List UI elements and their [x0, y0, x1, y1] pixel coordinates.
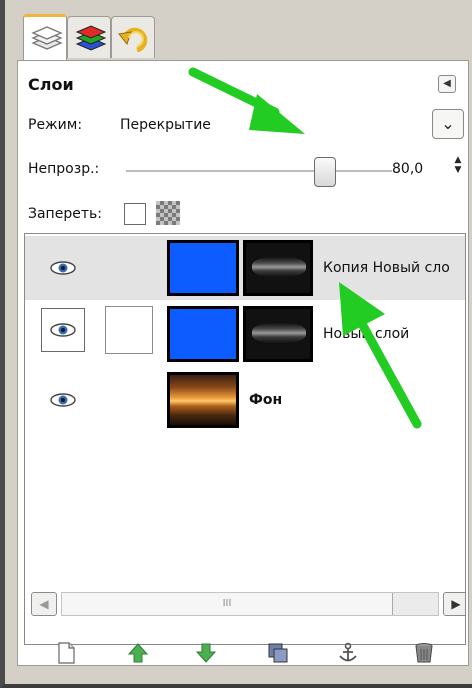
tab-undo-history[interactable]: [111, 16, 155, 58]
layer-thumbnail[interactable]: [167, 240, 239, 296]
annotation-arrow-icon: [188, 67, 305, 134]
mode-label: Режим:: [28, 117, 83, 133]
lock-pixels-checkbox[interactable]: [124, 203, 146, 225]
layer-thumbnail[interactable]: [167, 372, 239, 428]
scrollbar-track[interactable]: III: [61, 592, 439, 616]
opacity-slider-handle[interactable]: [314, 157, 336, 187]
scrollbar-thumb[interactable]: III: [62, 593, 393, 615]
layer-name[interactable]: Фон: [249, 392, 282, 408]
chevron-right-icon: ▶: [451, 597, 461, 611]
anchor-icon[interactable]: [336, 641, 360, 665]
tab-layers[interactable]: [23, 14, 67, 61]
mode-dropdown-button[interactable]: ⌄: [432, 109, 464, 139]
scroll-left-button[interactable]: ◀: [31, 592, 57, 616]
lock-alpha-checkbox[interactable]: [156, 201, 180, 225]
duplicate-layer-icon[interactable]: [266, 641, 290, 665]
opacity-label: Непрозр.:: [28, 161, 100, 177]
spin-down-icon: ▼: [454, 165, 462, 175]
visibility-toggle[interactable]: [41, 308, 85, 352]
eye-icon: [50, 323, 76, 337]
new-layer-icon[interactable]: [54, 641, 78, 665]
layer-thumbnail[interactable]: [167, 306, 239, 362]
eye-icon[interactable]: [49, 392, 77, 408]
horizontal-scrollbar[interactable]: ◀ III ▶: [31, 592, 465, 616]
dock-tabs: [23, 14, 183, 61]
channels-tab-icon: [75, 25, 107, 51]
chain-toggle[interactable]: [105, 306, 153, 354]
layer-toolbar: [18, 641, 470, 667]
opacity-value[interactable]: 80,0: [392, 161, 423, 177]
layers-tab-icon: [31, 26, 63, 50]
panel-menu-button[interactable]: ◀: [438, 75, 456, 93]
lower-layer-icon[interactable]: [194, 641, 218, 665]
grip-label: III: [222, 598, 232, 609]
spin-up-icon: ▲: [454, 155, 462, 165]
chevron-down-icon: ⌄: [441, 114, 455, 133]
eye-icon[interactable]: [49, 260, 77, 276]
raise-layer-icon[interactable]: [126, 641, 150, 665]
tab-channels[interactable]: [67, 16, 111, 58]
layer-mask-thumbnail[interactable]: [243, 306, 313, 362]
opacity-spin-button[interactable]: ▲ ▼: [452, 155, 464, 185]
layers-dock-window: Слои ◀ Режим: Перекрытие ⌄ Непрозр.: 80,…: [0, 0, 472, 688]
opacity-slider-track[interactable]: [126, 170, 392, 172]
triangle-left-icon: ◀: [443, 78, 451, 89]
delete-icon[interactable]: [412, 641, 436, 665]
layer-mask-thumbnail[interactable]: [243, 240, 313, 296]
lock-label: Запереть:: [28, 206, 102, 222]
chevron-left-icon: ◀: [39, 597, 49, 611]
scroll-right-button[interactable]: ▶: [443, 592, 465, 616]
panel-title: Слои: [28, 75, 74, 94]
undo-history-tab-icon: [118, 27, 148, 53]
annotation-arrow-icon: [339, 282, 422, 429]
